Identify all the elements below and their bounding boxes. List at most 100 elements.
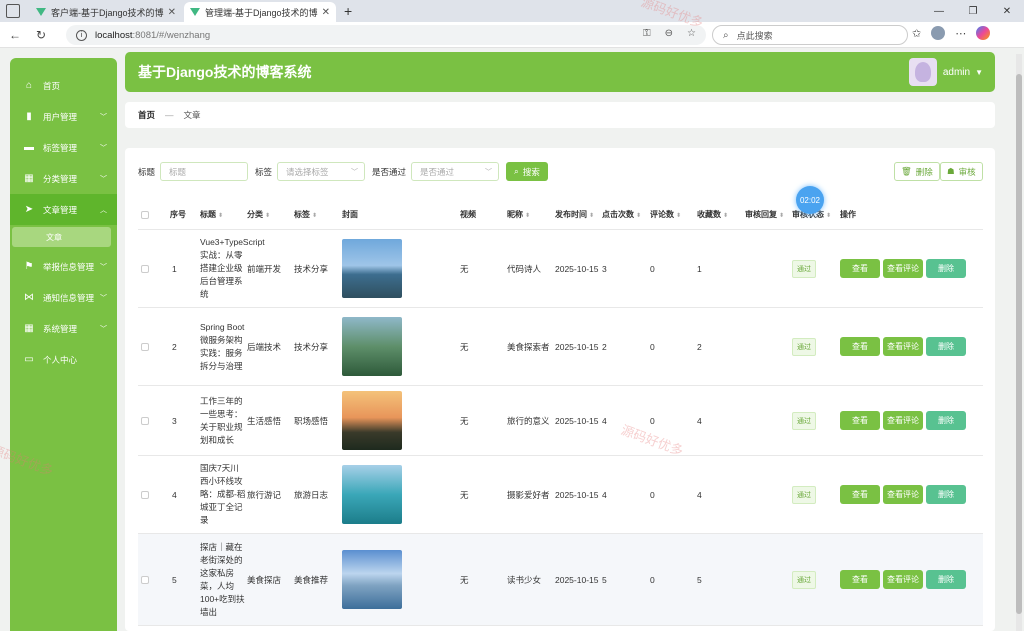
- delete-button[interactable]: 删除: [926, 570, 966, 589]
- sidebar-item-tags[interactable]: ▬ 标签管理 ﹀: [10, 132, 117, 163]
- breadcrumb: 首页 — 文章: [125, 102, 995, 128]
- col-time[interactable]: 发布时间 ⬍: [555, 209, 594, 220]
- cell-video: 无: [460, 341, 469, 352]
- key-icon[interactable]: ⚿: [643, 28, 651, 39]
- sidebar-item-label: 首页: [43, 80, 61, 91]
- sidebar-item-notices[interactable]: ⋈ 通知信息管理 ﹀: [10, 282, 117, 313]
- scrollbar-thumb[interactable]: [1016, 74, 1022, 614]
- app-header: 基于Django技术的博客系统 admin ▼: [125, 52, 995, 92]
- main-panel: 标题 标题 标签 请选择标签 ﹀ 是否通过 是否通过 ﹀ ⌕ 搜索 🗑 删除 ☗ 审核 序…: [125, 148, 995, 631]
- cell-tag: 技术分享: [294, 263, 329, 274]
- cell-title: Spring Boot微服务架构实践：服务拆分与治理: [200, 321, 245, 371]
- chart-icon: ▮: [26, 111, 32, 122]
- status-badge: 通过: [792, 570, 816, 589]
- sidebar-item-users[interactable]: ▮ 用户管理 ﹀: [10, 101, 117, 132]
- sidebar-item-categories[interactable]: ▦ 分类管理 ﹀: [10, 163, 117, 194]
- col-comments[interactable]: 评论数 ⬍: [650, 209, 681, 220]
- view-comments-button[interactable]: 查看评论: [883, 570, 923, 589]
- view-comments-button[interactable]: 查看评论: [883, 485, 923, 504]
- view-comments-button[interactable]: 查看评论: [883, 411, 923, 430]
- row-checkbox[interactable]: [141, 416, 149, 425]
- select-all-checkbox[interactable]: [141, 210, 149, 219]
- view-button[interactable]: 查看: [840, 570, 880, 589]
- row-checkbox[interactable]: [141, 575, 149, 584]
- close-icon[interactable]: ✕: [322, 7, 330, 18]
- cover-image[interactable]: [342, 317, 402, 376]
- col-category-label: 分类: [247, 210, 263, 219]
- breadcrumb-home[interactable]: 首页: [138, 109, 155, 121]
- view-button[interactable]: 查看: [840, 411, 880, 430]
- audit-button[interactable]: ☗ 审核: [940, 162, 983, 181]
- tab-actions-icon[interactable]: [6, 4, 20, 18]
- user-menu[interactable]: admin ▼: [908, 58, 983, 86]
- search-placeholder: 点此搜索: [736, 30, 773, 41]
- batch-delete-button[interactable]: 🗑 删除: [894, 162, 940, 181]
- col-clicks[interactable]: 点击次数 ⬍: [602, 209, 641, 220]
- tag-select[interactable]: 请选择标签 ﹀: [277, 162, 366, 181]
- timer-badge[interactable]: 02:02: [796, 186, 824, 214]
- view-comments-button[interactable]: 查看评论: [883, 259, 923, 278]
- star-icon[interactable]: ☆: [687, 28, 696, 39]
- chevron-down-icon: ﹀: [485, 168, 493, 176]
- pass-select[interactable]: 是否通过 ﹀: [411, 162, 500, 181]
- sidebar-item-home[interactable]: ⌂ 首页: [10, 70, 117, 101]
- row-checkbox[interactable]: [141, 342, 149, 351]
- menu-dots-icon[interactable]: ⋯: [955, 27, 966, 40]
- sort-icon: ⬍: [265, 213, 271, 219]
- browser-tab-admin[interactable]: 管理端-基于Django技术的博客系 ✕: [184, 2, 336, 22]
- cell-video: 无: [460, 415, 469, 426]
- copilot-icon[interactable]: [976, 26, 991, 40]
- view-button[interactable]: 查看: [840, 485, 880, 504]
- back-icon[interactable]: ←: [4, 28, 26, 42]
- col-tag[interactable]: 标签 ⬍: [294, 209, 317, 220]
- sidebar-subitem-articles[interactable]: 文章: [12, 227, 111, 247]
- sidebar-item-system[interactable]: ▦ 系统管理 ﹀: [10, 313, 117, 344]
- col-category[interactable]: 分类 ⬍: [247, 209, 270, 220]
- view-comments-button[interactable]: 查看评论: [883, 337, 923, 356]
- cell-no: 5: [172, 574, 177, 585]
- close-window-icon[interactable]: ✕: [990, 6, 1024, 17]
- cover-image[interactable]: [342, 239, 402, 298]
- col-favs[interactable]: 收藏数 ⬍: [697, 209, 728, 220]
- minimize-icon[interactable]: —: [922, 6, 956, 17]
- cover-image[interactable]: [342, 391, 402, 450]
- close-icon[interactable]: ✕: [168, 7, 176, 18]
- tag-select-placeholder: 请选择标签: [286, 166, 329, 177]
- chevron-down-icon: ﹀: [100, 263, 107, 271]
- browser-search-field[interactable]: ⌕ 点此搜索: [712, 25, 908, 45]
- sidebar-item-articles[interactable]: ➤ 文章管理 ︿: [10, 194, 117, 225]
- table-row: 5 探店｜藏在老街深处的这家私房菜，人均100+吃到扶墙出 美食探店 美食推荐 无 读书少…: [138, 534, 983, 626]
- col-nick[interactable]: 昵称 ⬍: [507, 209, 530, 220]
- profile-avatar-icon[interactable]: [931, 26, 946, 40]
- page-scrollbar[interactable]: [1016, 54, 1022, 631]
- delete-button[interactable]: 删除: [926, 411, 966, 430]
- row-checkbox[interactable]: [141, 490, 149, 499]
- sidebar-item-profile[interactable]: ▭ 个人中心: [10, 344, 117, 375]
- sidebar-item-label: 标签管理: [43, 142, 78, 153]
- search-button[interactable]: ⌕ 搜索: [506, 162, 548, 181]
- info-icon[interactable]: i: [76, 29, 87, 41]
- delete-button[interactable]: 删除: [926, 485, 966, 504]
- row-checkbox[interactable]: [141, 264, 149, 273]
- reload-icon[interactable]: ↻: [30, 28, 52, 42]
- new-tab-icon[interactable]: +: [344, 3, 352, 19]
- restore-icon[interactable]: ❐: [956, 6, 990, 17]
- url-path: :8081/#/wenzhang: [132, 29, 211, 41]
- url-field[interactable]: i localhost:8081/#/wenzhang ⚿ ⊖ ☆: [66, 25, 706, 45]
- browser-tab-client[interactable]: 客户端-基于Django技术的博客系 ✕: [30, 2, 182, 22]
- view-button[interactable]: 查看: [840, 337, 880, 356]
- browser-tabbar: 客户端-基于Django技术的博客系 ✕ 管理端-基于Django技术的博客系 …: [0, 0, 1024, 22]
- title-input[interactable]: 标题: [160, 162, 249, 181]
- col-reply[interactable]: 审核回复 ⬍: [745, 209, 784, 220]
- cell-clicks: 3: [602, 263, 607, 274]
- favorites-icon[interactable]: ✩: [912, 27, 921, 40]
- cover-image[interactable]: [342, 550, 402, 609]
- view-button[interactable]: 查看: [840, 259, 880, 278]
- chevron-up-icon: ︿: [100, 206, 107, 214]
- sidebar-item-reports[interactable]: ⚑ 举报信息管理 ﹀: [10, 251, 117, 282]
- delete-button[interactable]: 删除: [926, 259, 966, 278]
- delete-button[interactable]: 删除: [926, 337, 966, 356]
- zoom-icon[interactable]: ⊖: [665, 28, 673, 39]
- cover-image[interactable]: [342, 465, 402, 524]
- col-title[interactable]: 标题 ⬍: [200, 209, 223, 220]
